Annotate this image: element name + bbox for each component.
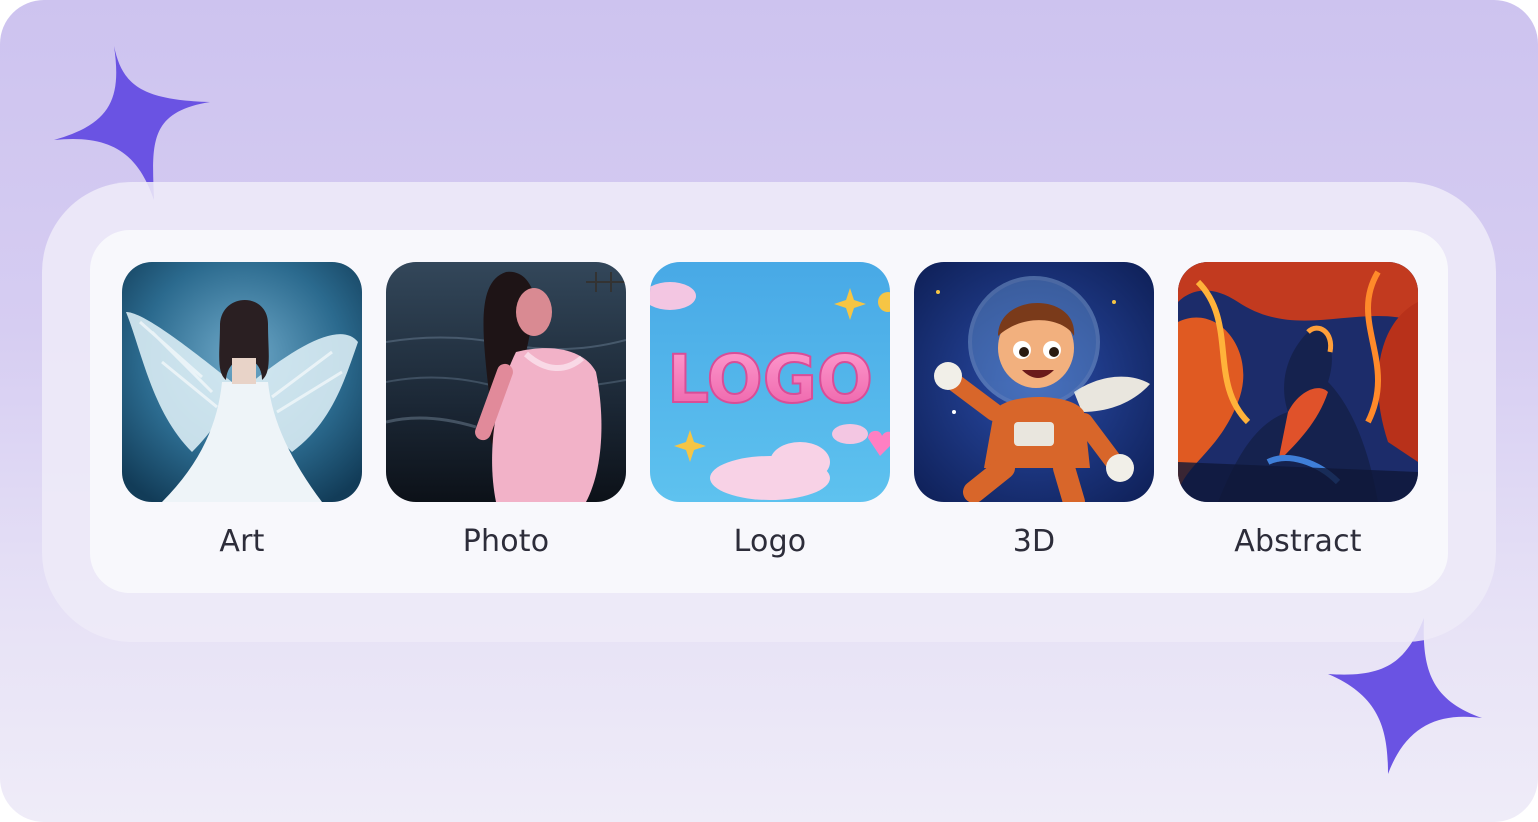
art-thumbnail — [122, 262, 362, 502]
angel-woman-image — [122, 262, 362, 502]
style-label: Photo — [462, 524, 550, 559]
sparkle-icon — [54, 46, 210, 200]
style-label: Logo — [733, 524, 807, 559]
style-option-abstract[interactable]: Abstract — [1178, 262, 1418, 559]
abstract-figure-image — [1178, 262, 1418, 502]
balloon-logo-image: LOGO — [650, 262, 890, 502]
logo-art-text: LOGO — [667, 341, 873, 418]
style-option-photo[interactable]: Photo — [386, 262, 626, 559]
abstract-thumbnail — [1178, 262, 1418, 502]
beach-woman-image — [386, 262, 626, 502]
3d-thumbnail — [914, 262, 1154, 502]
style-option-3d[interactable]: 3D — [914, 262, 1154, 559]
style-label: 3D — [1012, 524, 1056, 559]
photo-thumbnail — [386, 262, 626, 502]
style-picker-canvas: Art Photo LOGO Logo 3D Abstract — [0, 0, 1538, 822]
style-option-logo[interactable]: LOGO Logo — [650, 262, 890, 559]
logo-thumbnail: LOGO — [650, 262, 890, 502]
style-label: Abstract — [1234, 524, 1362, 559]
style-option-art[interactable]: Art — [122, 262, 362, 559]
astronaut-boy-image — [914, 262, 1154, 502]
style-label: Art — [219, 524, 265, 559]
